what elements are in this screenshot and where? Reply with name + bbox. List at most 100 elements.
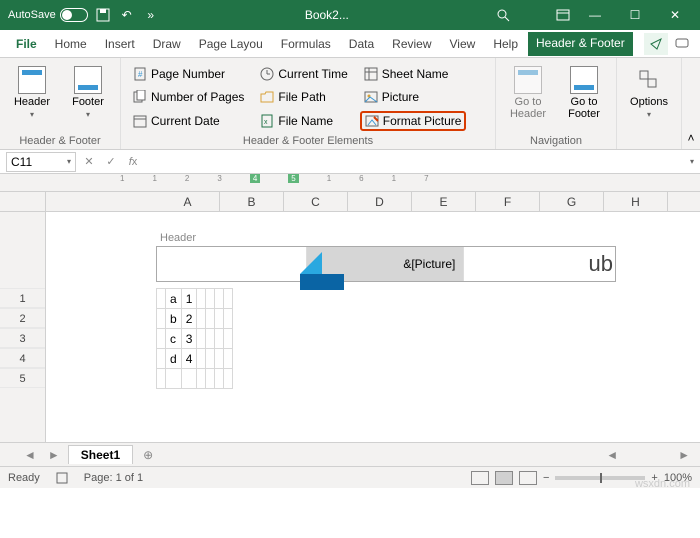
calendar-icon	[133, 114, 147, 128]
tab-pagelayout[interactable]: Page Layou	[191, 33, 271, 55]
folder-icon	[260, 90, 274, 104]
current-date-button[interactable]: Current Date	[129, 112, 248, 130]
sheet-name-button[interactable]: Sheet Name	[360, 65, 467, 83]
file-path-button[interactable]: File Path	[256, 88, 351, 106]
status-ready: Ready	[8, 472, 40, 484]
tab-header-footer[interactable]: Header & Footer	[528, 32, 633, 56]
scroll-right-icon[interactable]: ►	[678, 448, 690, 462]
autosave-toggle[interactable]: AutoSave	[8, 8, 88, 22]
group-navigation: Go to Header Go to Footer Navigation	[496, 58, 617, 149]
tab-data[interactable]: Data	[341, 33, 382, 55]
goto-header-icon	[514, 66, 542, 94]
share-icon[interactable]	[644, 33, 668, 55]
sheet-tab[interactable]: Sheet1	[68, 445, 133, 464]
expand-formula-icon[interactable]: ▾	[690, 157, 694, 166]
chevron-down-icon: ▾	[30, 110, 34, 119]
formula-bar: C11▾ ✕ ✓ fx ▾	[0, 150, 700, 174]
row-header[interactable]: 1	[0, 288, 45, 308]
page-number-button[interactable]: #Page Number	[129, 65, 248, 83]
options-button[interactable]: Options ▾	[625, 62, 673, 133]
tab-insert[interactable]: Insert	[97, 33, 143, 55]
tab-formulas[interactable]: Formulas	[273, 33, 339, 55]
header-button[interactable]: Header ▾	[8, 62, 56, 133]
picture-button[interactable]: Picture	[360, 88, 467, 106]
new-sheet-button[interactable]: ⊕	[137, 448, 159, 462]
sheet-tab-bar: ◄ ► Sheet1 ⊕ ◄ ►	[0, 442, 700, 466]
header-left-section[interactable]	[157, 247, 307, 281]
number-of-pages-button[interactable]: Number of Pages	[129, 88, 248, 106]
column-header[interactable]: F	[476, 192, 540, 211]
worksheet[interactable]: 1 2 3 4 5 Header &[Picture] ub a1 b2 c3 …	[0, 212, 700, 442]
header-right-section[interactable]: ub	[464, 247, 615, 281]
column-header[interactable]: E	[412, 192, 476, 211]
svg-text:#: #	[138, 70, 143, 79]
tab-file[interactable]: File	[8, 33, 45, 55]
maximize-button[interactable]: ☐	[618, 8, 652, 22]
title-bar: AutoSave ↶ » Book2... — ☐ ✕	[0, 0, 700, 30]
accessibility-icon[interactable]	[56, 472, 68, 484]
group-header-footer: Header ▾ Footer ▾ Header & Footer	[0, 58, 121, 149]
collapse-ribbon-button[interactable]: ˄	[682, 58, 700, 149]
undo-icon[interactable]: ↶	[118, 6, 136, 24]
search-icon[interactable]	[494, 6, 512, 24]
column-header[interactable]: C	[284, 192, 348, 211]
file-name: Book2...	[166, 8, 488, 22]
row-header[interactable]: 3	[0, 328, 45, 348]
row-header[interactable]: 2	[0, 308, 45, 328]
row-header[interactable]: 5	[0, 368, 45, 388]
next-sheet-icon[interactable]: ►	[44, 448, 64, 462]
file-name-button[interactable]: xFile Name	[256, 112, 351, 130]
tab-draw[interactable]: Draw	[145, 33, 189, 55]
goto-header-button: Go to Header	[504, 62, 552, 133]
cell-grid[interactable]: a1 b2 c3 d4	[156, 288, 233, 389]
options-icon	[635, 66, 663, 94]
format-picture-icon	[365, 114, 379, 128]
close-button[interactable]: ✕	[658, 8, 692, 22]
tab-review[interactable]: Review	[384, 33, 439, 55]
ribbon-tabs: File Home Insert Draw Page Layou Formula…	[0, 30, 700, 58]
clock-icon	[260, 67, 274, 81]
save-icon[interactable]	[94, 6, 112, 24]
minimize-button[interactable]: —	[578, 8, 612, 22]
pagelayout-view-button[interactable]	[495, 471, 513, 485]
enter-icon[interactable]: ✓	[102, 155, 120, 168]
pagebreak-view-button[interactable]	[519, 471, 537, 485]
formula-input[interactable]	[146, 152, 686, 172]
select-all-corner[interactable]	[0, 192, 46, 211]
more-icon[interactable]: »	[142, 6, 160, 24]
column-header[interactable]: H	[604, 192, 668, 211]
normal-view-button[interactable]	[471, 471, 489, 485]
scroll-left-icon[interactable]: ◄	[606, 448, 618, 462]
format-picture-button[interactable]: Format Picture	[360, 111, 467, 131]
cancel-icon[interactable]: ✕	[80, 155, 98, 168]
options-label: Options	[630, 96, 668, 108]
group-elements: #Page Number Number of Pages Current Dat…	[121, 58, 496, 149]
goto-footer-label: Go to Footer	[560, 96, 608, 120]
tab-view[interactable]: View	[442, 33, 484, 55]
autosave-label: AutoSave	[8, 9, 56, 21]
name-box[interactable]: C11▾	[6, 152, 76, 172]
column-header[interactable]: A	[156, 192, 220, 211]
page-header-area[interactable]: Header &[Picture] ub	[156, 230, 616, 282]
toggle-off-icon[interactable]	[60, 8, 88, 22]
header-icon	[18, 66, 46, 94]
goto-header-label: Go to Header	[504, 96, 552, 120]
tab-home[interactable]: Home	[47, 33, 95, 55]
zoom-slider[interactable]	[555, 476, 645, 480]
chevron-down-icon[interactable]: ▾	[67, 157, 71, 166]
column-header[interactable]: D	[348, 192, 412, 211]
column-header[interactable]: G	[540, 192, 604, 211]
comments-icon[interactable]	[670, 33, 694, 55]
header-picture	[300, 252, 344, 296]
ribbon-display-icon[interactable]	[554, 6, 572, 24]
row-header[interactable]: 4	[0, 348, 45, 368]
prev-sheet-icon[interactable]: ◄	[20, 448, 40, 462]
group-options: Options ▾	[617, 58, 682, 149]
current-time-button[interactable]: Current Time	[256, 65, 351, 83]
goto-footer-button[interactable]: Go to Footer	[560, 62, 608, 133]
footer-button[interactable]: Footer ▾	[64, 62, 112, 133]
fx-icon[interactable]: fx	[124, 156, 142, 168]
tab-help[interactable]: Help	[485, 33, 526, 55]
column-header[interactable]: B	[220, 192, 284, 211]
zoom-out-button[interactable]: −	[543, 472, 549, 484]
